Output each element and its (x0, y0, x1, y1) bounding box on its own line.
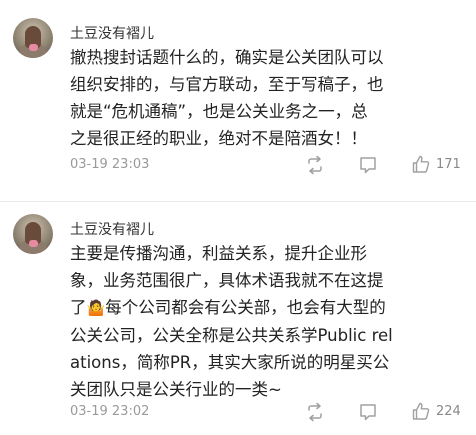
thumbs-up-icon[interactable] (411, 154, 431, 174)
username[interactable]: 土豆没有褶儿 (70, 219, 154, 239)
comment-text: 撤热搜封话题什么的，确实是公关团队可以 组织安排的，与官方联动，至于写稿子，也 … (70, 48, 384, 148)
timestamp: 03-19 23:03 (70, 157, 150, 172)
shrug-emoji-icon: 🤷 (86, 299, 106, 317)
repost-icon[interactable] (305, 402, 325, 422)
comment-icon[interactable] (358, 402, 378, 422)
username[interactable]: 土豆没有褶儿 (70, 23, 154, 43)
like-count: 171 (436, 157, 461, 172)
comment-item: 土豆没有褶儿 主要是传播沟通，利益关系，提升企业形 象，业务范围很广，具体术语我… (0, 202, 476, 435)
timestamp: 03-19 23:02 (70, 404, 150, 419)
avatar[interactable] (13, 18, 53, 58)
comment-item: 土豆没有褶儿 撤热搜封话题什么的，确实是公关团队可以 组织安排的，与官方联动，至… (0, 0, 476, 202)
thumbs-up-icon[interactable] (411, 401, 431, 421)
like-count: 224 (436, 404, 461, 419)
comment-icon[interactable] (358, 155, 378, 175)
repost-icon[interactable] (305, 155, 325, 175)
comment-text: 主要是传播沟通，利益关系，提升企业形 象，业务范围很广，具体术语我就不在这提 了… (70, 244, 393, 399)
avatar[interactable] (13, 214, 53, 254)
